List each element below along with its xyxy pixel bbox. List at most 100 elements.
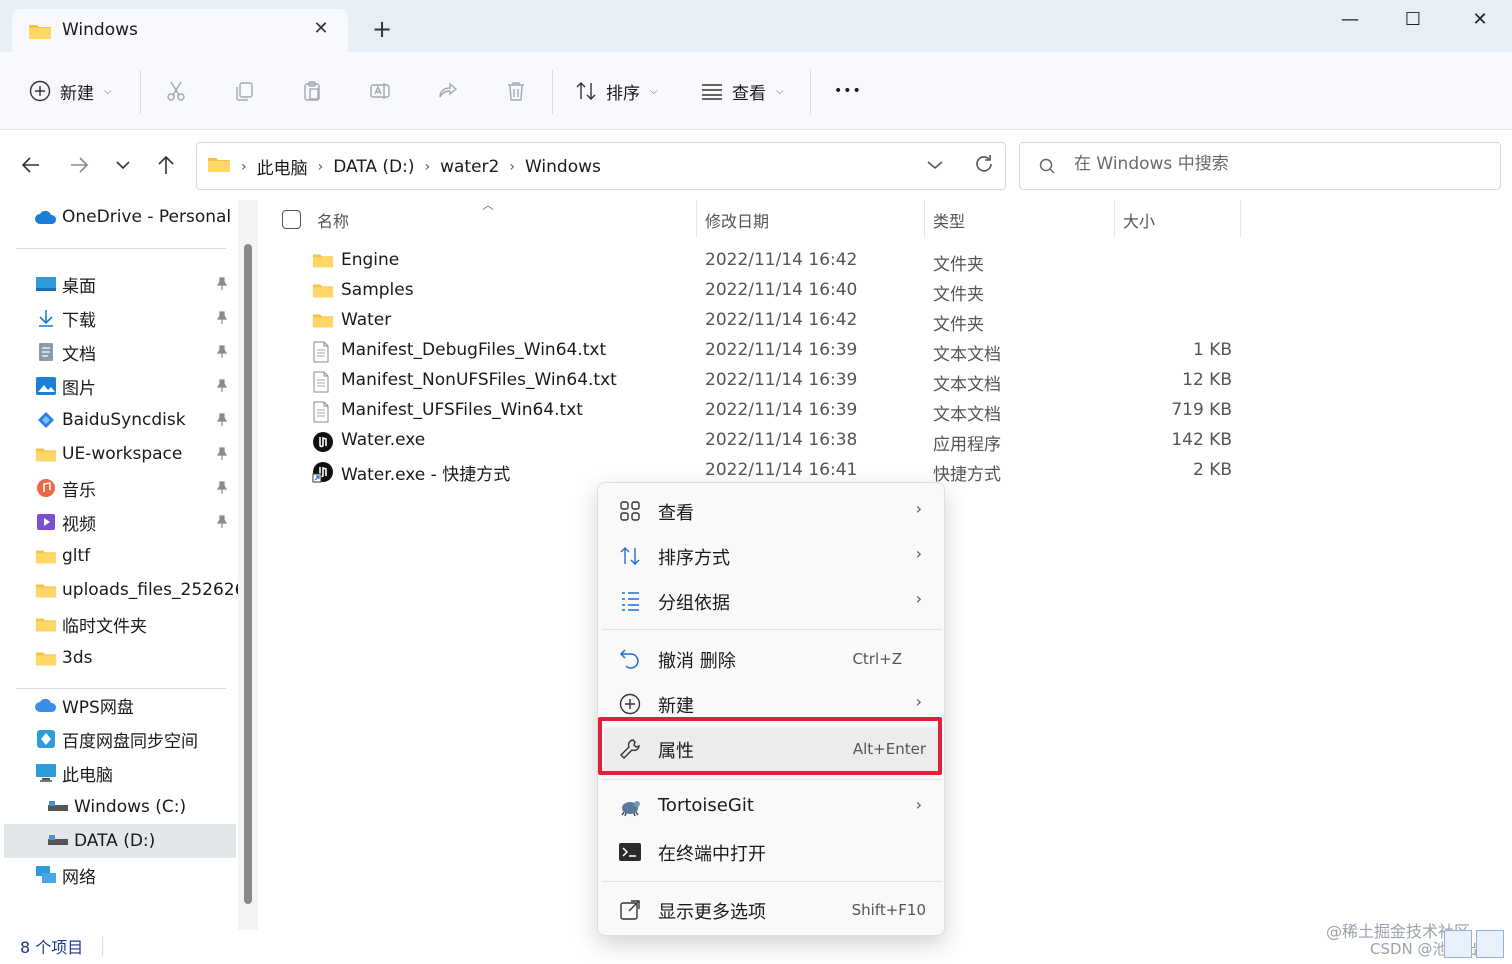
menu-label: 撤消 删除	[658, 651, 736, 672]
menu-item-properties[interactable]: 属性 Alt+Enter	[604, 727, 940, 771]
file-type: 文本文档	[933, 375, 1001, 395]
menu-item-new[interactable]: 新建 ›	[604, 682, 940, 726]
maximize-button[interactable]: ☐	[1393, 6, 1433, 34]
file-date: 2022/11/14 16:41	[705, 460, 858, 480]
details-view-button[interactable]	[1444, 930, 1472, 958]
sidebar-scrollbar[interactable]	[238, 200, 258, 930]
plus-circle-icon	[618, 692, 642, 716]
shortcut-label: Alt+Enter	[852, 740, 926, 758]
sidebar-item-7[interactable]: 视频	[34, 505, 270, 539]
sidebar-item-label: DATA (D:)	[74, 831, 156, 851]
column-date[interactable]: 修改日期	[705, 208, 769, 232]
unreal-shortcut-icon	[312, 461, 334, 483]
text-file-icon	[312, 341, 334, 363]
menu-label: 分组依据	[658, 593, 730, 614]
select-all-checkbox[interactable]	[282, 210, 301, 229]
refresh-button[interactable]	[973, 153, 995, 179]
file-type: 文本文档	[933, 405, 1001, 425]
close-window-button[interactable]: ✕	[1460, 6, 1500, 34]
scrollbar-thumb[interactable]	[244, 244, 252, 904]
close-tab-icon[interactable]: ✕	[310, 18, 332, 40]
file-row[interactable]: Water 2022/11/14 16:42 文件夹	[302, 307, 1242, 337]
search-icon	[1038, 157, 1056, 179]
rename-button[interactable]	[368, 76, 392, 106]
menu-item-group[interactable]: 分组依据 ›	[604, 579, 940, 623]
group-list-icon	[618, 589, 642, 613]
new-tab-button[interactable]: +	[372, 17, 392, 41]
sidebar-item-2[interactable]: 文档	[34, 335, 270, 369]
sidebar-item-10[interactable]: 临时文件夹	[34, 607, 270, 641]
chevron-right-icon: ›	[915, 544, 922, 563]
computer-icon	[34, 761, 58, 785]
arrow-up-icon	[158, 155, 174, 174]
sidebar-location-0[interactable]: WPS网盘	[34, 688, 270, 722]
menu-item-sort[interactable]: 排序方式 ›	[604, 534, 940, 578]
file-row[interactable]: Samples 2022/11/14 16:40 文件夹	[302, 277, 1242, 307]
sidebar-location-2[interactable]: 此电脑	[34, 756, 270, 790]
trash-icon	[504, 79, 528, 103]
address-bar[interactable]: › 此电脑 › DATA (D:) › water2 › Windows	[196, 142, 1006, 190]
sidebar-item-6[interactable]: 音乐	[34, 471, 270, 505]
crumb-this-pc[interactable]: 此电脑	[257, 154, 308, 179]
sidebar-item-9[interactable]: uploads_files_252626	[34, 573, 270, 607]
sidebar-item-5[interactable]: UE-workspace	[34, 437, 270, 471]
menu-item-undo-delete[interactable]: 撤消 删除 Ctrl+Z	[604, 637, 940, 681]
sidebar-item-3[interactable]: 图片	[34, 369, 270, 403]
menu-item-tortoisegit[interactable]: TortoiseGit ›	[604, 785, 940, 829]
folder-icon	[312, 281, 334, 303]
sort-button[interactable]: 排序 ⌵	[574, 76, 658, 106]
forward-button[interactable]	[64, 150, 94, 180]
file-row[interactable]: Manifest_DebugFiles_Win64.txt 2022/11/14 …	[302, 337, 1242, 367]
copy-button[interactable]	[232, 76, 256, 106]
scissors-icon	[164, 79, 188, 103]
tab-windows[interactable]: Windows ✕	[12, 9, 348, 52]
file-name: Water.exe	[341, 430, 426, 450]
sidebar-location-1[interactable]: 百度网盘同步空间	[34, 722, 270, 756]
sidebar-location-4[interactable]: DATA (D:)	[4, 824, 236, 858]
chevron-down-icon: ⌵	[104, 85, 112, 97]
open-external-icon	[618, 898, 642, 922]
video-icon	[34, 510, 58, 534]
crumb-data-drive[interactable]: DATA (D:)	[333, 157, 414, 177]
sidebar-item-label: OneDrive - Personal	[62, 207, 232, 227]
file-row[interactable]: Engine 2022/11/14 16:42 文件夹	[302, 247, 1242, 277]
column-type[interactable]: 类型	[933, 208, 965, 232]
address-dropdown-button[interactable]	[927, 155, 943, 174]
new-button[interactable]: 新建 ⌵	[28, 76, 112, 106]
view-button[interactable]: 查看 ⌵	[700, 76, 784, 106]
sidebar-item-onedrive[interactable]: OneDrive - Personal	[34, 200, 270, 234]
cloud-icon	[34, 205, 58, 229]
sidebar-item-label: WPS网盘	[62, 697, 134, 718]
column-name[interactable]: 名称	[317, 208, 349, 232]
minimize-button[interactable]: —	[1330, 6, 1370, 34]
back-button[interactable]	[16, 150, 46, 180]
more-options-button[interactable]: •••	[834, 76, 862, 106]
file-row[interactable]: Manifest_NonUFSFiles_Win64.txt 2022/11/14…	[302, 367, 1242, 397]
column-size[interactable]: 大小	[1123, 208, 1155, 232]
sidebar-item-1[interactable]: 下载	[34, 301, 270, 335]
sidebar-item-4[interactable]: BaiduSyncdisk	[34, 403, 270, 437]
up-button[interactable]	[151, 150, 181, 180]
search-input[interactable]	[1074, 154, 1474, 174]
paste-button[interactable]	[300, 76, 324, 106]
delete-button[interactable]	[504, 76, 528, 106]
menu-item-open-terminal[interactable]: 在终端中打开	[604, 830, 940, 874]
menu-item-show-more-options[interactable]: 显示更多选项 Shift+F10	[604, 888, 940, 932]
file-size: 2 KB	[1192, 460, 1232, 480]
sidebar-item-0[interactable]: 桌面	[34, 267, 270, 301]
file-row[interactable]: Manifest_UFSFiles_Win64.txt 2022/11/14 16…	[302, 397, 1242, 427]
tiles-view-button[interactable]	[1476, 930, 1504, 958]
cut-button[interactable]	[164, 76, 188, 106]
share-icon	[436, 79, 460, 103]
search-box[interactable]	[1019, 142, 1501, 190]
share-button[interactable]	[436, 76, 460, 106]
file-row[interactable]: Water.exe 2022/11/14 16:38 应用程序 142 KB	[302, 427, 1242, 457]
recent-locations-button[interactable]	[108, 150, 138, 180]
sidebar-location-5[interactable]: 网络	[34, 858, 270, 892]
sidebar-item-8[interactable]: gltf	[34, 539, 270, 573]
crumb-windows[interactable]: Windows	[525, 157, 601, 177]
sync-icon	[34, 408, 58, 432]
crumb-water2[interactable]: water2	[440, 157, 499, 177]
menu-item-view[interactable]: 查看 ›	[604, 489, 940, 533]
sidebar-item-11[interactable]: 3ds	[34, 641, 270, 675]
